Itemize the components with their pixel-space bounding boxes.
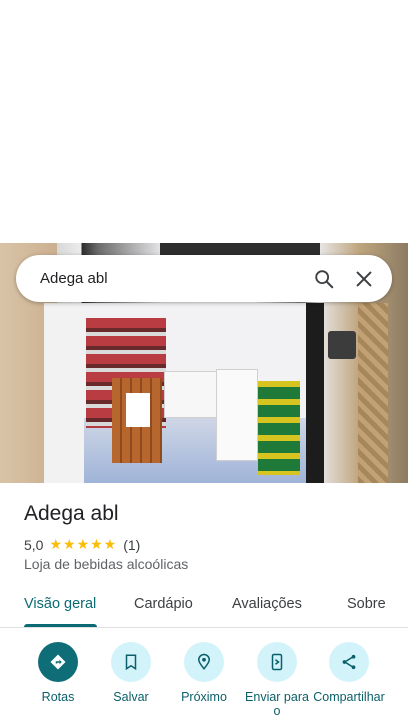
search-input[interactable]: Adega abl: [40, 270, 304, 287]
save-label: Salvar: [113, 690, 149, 704]
tab-overview[interactable]: Visão geral: [24, 596, 96, 612]
photo-detail: [358, 303, 388, 483]
send-to-phone-icon: [257, 642, 297, 682]
photo-detail: [258, 381, 300, 475]
photo-detail: [44, 303, 84, 483]
photo-detail: [164, 371, 218, 418]
photo-detail: [306, 303, 324, 483]
place-category: Loja de bebidas alcoólicas: [24, 556, 189, 572]
search-bar[interactable]: Adega abl: [16, 255, 392, 302]
share-button[interactable]: Compartilhar: [313, 642, 385, 704]
photo-detail: [328, 331, 356, 359]
tab-about[interactable]: Sobre: [347, 596, 386, 612]
share-icon: [329, 642, 369, 682]
save-button[interactable]: Salvar: [95, 642, 167, 704]
send-to-phone-button[interactable]: Enviar para o: [241, 642, 313, 718]
tab-bar: Visão geral Cardápio Avaliações Sobre: [0, 590, 408, 628]
rating-value: 5,0: [24, 536, 44, 553]
directions-icon: [38, 642, 78, 682]
nearby-icon: [184, 642, 224, 682]
photo-detail: [126, 393, 150, 427]
review-count: (1): [123, 536, 141, 553]
active-tab-indicator: [24, 624, 97, 627]
share-label: Compartilhar: [313, 690, 385, 704]
rating-row[interactable]: 5,0 ★★★★★ (1): [24, 536, 140, 553]
directions-label: Rotas: [41, 690, 75, 704]
close-icon[interactable]: [344, 259, 384, 299]
search-icon[interactable]: [304, 259, 344, 299]
photo-detail: [160, 243, 320, 255]
star-rating: ★★★★★: [49, 536, 118, 552]
send-to-phone-label: Enviar para o: [245, 690, 309, 718]
photo-detail: [216, 369, 258, 461]
directions-button[interactable]: Rotas: [22, 642, 94, 704]
tab-reviews[interactable]: Avaliações: [232, 596, 302, 612]
place-title: Adega abl: [24, 502, 119, 525]
tab-menu[interactable]: Cardápio: [134, 596, 193, 612]
action-bar: Rotas Salvar Próximo Enviar para o Compa…: [0, 642, 408, 726]
nearby-button[interactable]: Próximo: [168, 642, 240, 704]
bookmark-icon: [111, 642, 151, 682]
nearby-label: Próximo: [181, 690, 227, 704]
